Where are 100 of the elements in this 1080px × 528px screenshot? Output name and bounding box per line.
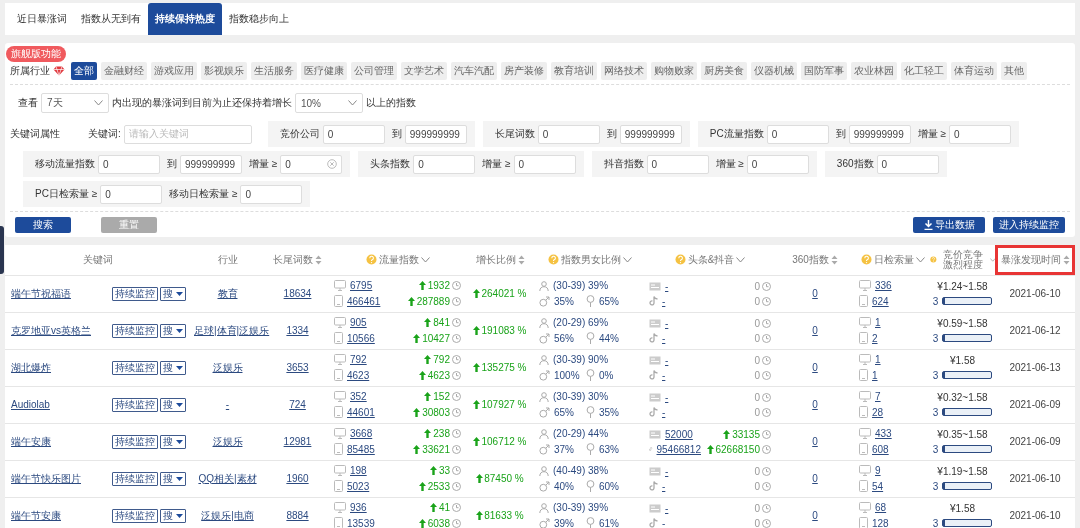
pc-index-link[interactable]: 905	[350, 317, 390, 328]
mobile-index-link[interactable]: 466461	[347, 295, 387, 307]
mobile-search-link[interactable]: 28	[872, 406, 912, 418]
mobile-index-link[interactable]: 85485	[347, 443, 387, 455]
search-dropdown[interactable]: 搜	[160, 360, 186, 375]
input-field[interactable]: 0	[413, 154, 476, 174]
longtail-link[interactable]: 12981	[283, 436, 312, 447]
douyin-index-link[interactable]: -	[662, 517, 702, 528]
tab[interactable]: 持续保持热度	[148, 3, 222, 35]
mobile-index-link[interactable]: 4623	[347, 369, 387, 381]
input-field[interactable]: 999999999	[619, 124, 682, 144]
industry-link[interactable]: -	[225, 399, 230, 410]
monitor-button[interactable]: 持续监控	[112, 471, 158, 486]
industry-chip[interactable]: 汽车汽配	[451, 61, 497, 80]
input-field[interactable]: 0	[98, 154, 160, 174]
pc-search-link[interactable]: 433	[875, 428, 915, 439]
toutiao-index-link[interactable]: -	[665, 354, 705, 366]
input-field[interactable]: 0	[646, 154, 709, 174]
search-dropdown[interactable]: 搜	[160, 471, 186, 486]
industry-link[interactable]: 泛娱乐	[212, 435, 243, 447]
mobile-search-link[interactable]: 1	[872, 369, 912, 381]
monitor-button[interactable]: 持续监控	[112, 508, 158, 523]
input-field[interactable]: 0	[100, 184, 163, 204]
keyword-link[interactable]: 端午安康	[11, 434, 51, 449]
monitor-button[interactable]: 持续监控	[112, 360, 158, 375]
monitor-button[interactable]: 持续监控	[112, 323, 158, 338]
keyword-link[interactable]: 克罗地亚vs英格兰	[11, 323, 91, 338]
mobile-search-link[interactable]: 128	[872, 517, 912, 528]
pc-index-link[interactable]: 352	[350, 391, 390, 402]
pc-index-link[interactable]: 792	[350, 354, 390, 365]
index-360-link[interactable]: 0	[812, 510, 818, 522]
industry-link[interactable]: QQ相关|素材	[198, 472, 257, 484]
search-button[interactable]: 搜索	[15, 216, 71, 233]
index-360-link[interactable]: 0	[812, 399, 818, 410]
dropdown[interactable]: 10%	[295, 93, 363, 113]
input-field[interactable]: 0	[766, 124, 829, 144]
input-field[interactable]: 999999999	[180, 154, 242, 174]
input-field[interactable]: 0	[746, 154, 809, 174]
input-field[interactable]: 999999999	[404, 124, 467, 144]
industry-chip[interactable]: 生活服务	[251, 61, 297, 80]
monitor-button[interactable]: 持续监控	[112, 434, 158, 449]
input-field[interactable]: 0	[876, 154, 939, 174]
monitor-button[interactable]: 进入持续监控	[993, 216, 1065, 233]
douyin-index-link[interactable]: -	[662, 332, 702, 344]
index-360-link[interactable]: 0	[812, 473, 818, 484]
douyin-index-link[interactable]: -	[662, 406, 702, 418]
pc-search-link[interactable]: 7	[875, 391, 915, 402]
industry-chip[interactable]: 影视娱乐	[201, 61, 247, 80]
industry-chip[interactable]: 医疗健康	[301, 61, 347, 80]
industry-chip[interactable]: 教育培训	[551, 61, 597, 80]
longtail-link[interactable]: 724	[289, 399, 306, 410]
input-field[interactable]: 0	[280, 154, 343, 174]
mobile-search-link[interactable]: 608	[872, 443, 912, 455]
toutiao-index-link[interactable]: 52000	[665, 428, 705, 440]
mobile-index-link[interactable]: 44601	[347, 406, 387, 418]
industry-chip[interactable]: 全部	[71, 61, 97, 80]
industry-chip[interactable]: 国防军事	[801, 61, 847, 80]
pc-search-link[interactable]: 1	[875, 354, 915, 365]
search-dropdown[interactable]: 搜	[160, 397, 186, 412]
industry-chip[interactable]: 仪器机械	[751, 61, 797, 80]
input-field[interactable]: 0	[240, 184, 303, 204]
mobile-index-link[interactable]: 10566	[347, 332, 387, 344]
industry-chip[interactable]: 化工轻工	[901, 61, 947, 80]
toutiao-index-link[interactable]: -	[665, 465, 705, 477]
douyin-index-link[interactable]: -	[662, 295, 702, 307]
index-360-link[interactable]: 0	[812, 325, 818, 336]
mobile-search-link[interactable]: 624	[872, 295, 912, 307]
input-field[interactable]: 0	[322, 124, 385, 144]
industry-chip[interactable]: 厨房美食	[701, 61, 747, 80]
industry-chip[interactable]: 公司管理	[351, 61, 397, 80]
index-360-link[interactable]: 0	[812, 362, 818, 373]
search-dropdown[interactable]: 搜	[160, 434, 186, 449]
index-360-link[interactable]: 0	[812, 288, 818, 299]
toutiao-index-link[interactable]: -	[665, 502, 705, 514]
longtail-link[interactable]: 3653	[286, 362, 309, 373]
monitor-button[interactable]: 持续监控	[112, 397, 158, 412]
industry-chip[interactable]: 文学艺术	[401, 61, 447, 80]
industry-chip[interactable]: 其他	[1001, 61, 1027, 80]
pc-index-link[interactable]: 936	[350, 502, 390, 514]
industry-link[interactable]: 足球|体育|泛娱乐	[194, 324, 270, 336]
dropdown[interactable]: 7天	[41, 93, 109, 113]
index-360-link[interactable]: 0	[812, 436, 818, 447]
mobile-search-link[interactable]: 54	[872, 480, 912, 492]
industry-chip[interactable]: 农业林园	[851, 61, 897, 80]
longtail-link[interactable]: 1960	[286, 473, 309, 484]
mobile-index-link[interactable]: 13539	[347, 517, 387, 528]
toutiao-index-link[interactable]: -	[665, 317, 705, 329]
keyword-link[interactable]: 端午节安康	[11, 508, 61, 523]
douyin-index-link[interactable]: -	[662, 369, 702, 381]
side-tab[interactable]	[0, 226, 4, 274]
pc-search-link[interactable]: 336	[875, 280, 915, 291]
monitor-button[interactable]: 持续监控	[112, 286, 158, 301]
pc-search-link[interactable]: 1	[875, 317, 915, 328]
industry-link[interactable]: 教育	[217, 287, 238, 299]
longtail-link[interactable]: 1334	[286, 325, 309, 336]
toutiao-index-link[interactable]: -	[665, 280, 705, 292]
industry-link[interactable]: 泛娱乐|电商	[201, 509, 254, 521]
keyword-link[interactable]: Audiolab	[11, 399, 50, 410]
input-field[interactable]: 0	[537, 124, 600, 144]
keyword-link[interactable]: 湖北爆炸	[11, 360, 51, 375]
